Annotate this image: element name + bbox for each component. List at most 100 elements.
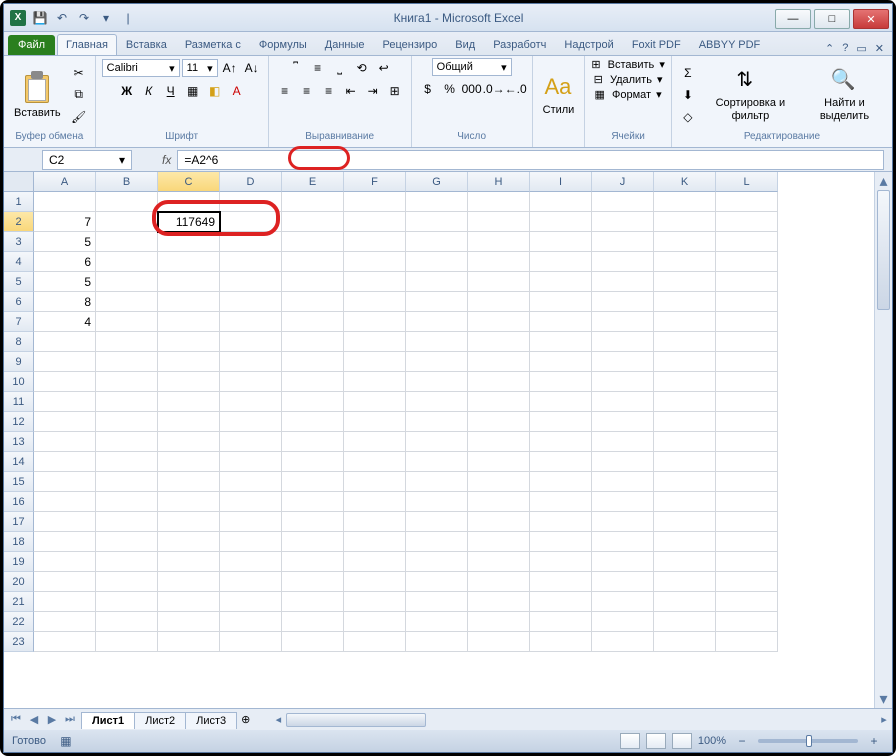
row-header[interactable]: 21 (4, 592, 34, 612)
cell[interactable] (34, 492, 96, 512)
cut-icon[interactable]: ✂ (69, 63, 89, 83)
cell[interactable] (34, 572, 96, 592)
cell[interactable] (654, 592, 716, 612)
cell[interactable] (468, 212, 530, 232)
name-box[interactable]: C2 ▾ (42, 150, 132, 170)
cell[interactable] (716, 592, 778, 612)
cell[interactable] (530, 372, 592, 392)
cell[interactable] (592, 372, 654, 392)
cell[interactable] (344, 212, 406, 232)
align-left-icon[interactable]: ≡ (275, 81, 295, 101)
underline-button[interactable]: Ч (161, 81, 181, 101)
column-header[interactable]: I (530, 172, 592, 192)
row-header[interactable]: 19 (4, 552, 34, 572)
cell[interactable] (468, 472, 530, 492)
sheet-tab-2[interactable]: Лист2 (134, 712, 186, 729)
italic-button[interactable]: К (139, 81, 159, 101)
macro-icon[interactable]: ▦ (56, 731, 76, 751)
minimize-ribbon-icon[interactable]: ⌃ (825, 42, 834, 55)
row-header[interactable]: 16 (4, 492, 34, 512)
cell[interactable] (592, 432, 654, 452)
cell[interactable] (468, 612, 530, 632)
cell[interactable] (220, 272, 282, 292)
comma-icon[interactable]: 000 (462, 79, 482, 99)
cell[interactable] (716, 192, 778, 212)
cell[interactable] (654, 492, 716, 512)
increase-decimal-icon[interactable]: .0→ (484, 79, 504, 99)
close-button[interactable]: ✕ (853, 9, 889, 29)
cell[interactable] (282, 412, 344, 432)
normal-view-button[interactable] (620, 733, 640, 749)
sheet-prev-icon[interactable]: ◀ (26, 712, 42, 728)
cell[interactable] (406, 492, 468, 512)
cell[interactable] (592, 232, 654, 252)
row-header[interactable]: 8 (4, 332, 34, 352)
column-header[interactable]: G (406, 172, 468, 192)
cell[interactable] (34, 452, 96, 472)
cell[interactable] (158, 312, 220, 332)
cell[interactable]: 8 (34, 292, 96, 312)
cell[interactable] (158, 272, 220, 292)
cell[interactable] (282, 492, 344, 512)
cell[interactable] (468, 292, 530, 312)
align-bottom-icon[interactable]: ⎵ (330, 58, 350, 78)
cell[interactable] (716, 432, 778, 452)
cell[interactable] (654, 272, 716, 292)
cell[interactable] (406, 592, 468, 612)
cell[interactable] (34, 512, 96, 532)
cell[interactable] (592, 512, 654, 532)
cell[interactable] (282, 452, 344, 472)
cell[interactable] (468, 532, 530, 552)
cell[interactable] (220, 412, 282, 432)
scroll-left-icon[interactable]: ◂ (270, 712, 286, 728)
cell[interactable] (282, 252, 344, 272)
sheet-tab-1[interactable]: Лист1 (81, 712, 135, 729)
maximize-button[interactable]: □ (814, 9, 850, 29)
cell[interactable] (716, 552, 778, 572)
cell[interactable] (34, 432, 96, 452)
namebox-dropdown-icon[interactable]: ▾ (119, 153, 125, 167)
cell[interactable] (468, 372, 530, 392)
cell[interactable] (96, 492, 158, 512)
cell[interactable] (530, 592, 592, 612)
cell[interactable] (96, 312, 158, 332)
cell[interactable] (592, 592, 654, 612)
format-cells-button[interactable]: ▦ Формат ▾ (595, 88, 662, 101)
cell[interactable] (220, 552, 282, 572)
cell[interactable] (530, 352, 592, 372)
hscroll-thumb[interactable] (286, 713, 426, 727)
cell[interactable] (96, 412, 158, 432)
row-header[interactable]: 15 (4, 472, 34, 492)
cell[interactable] (34, 352, 96, 372)
cell[interactable] (96, 292, 158, 312)
cell[interactable] (344, 372, 406, 392)
save-icon[interactable]: 💾 (32, 10, 48, 26)
row-header[interactable]: 9 (4, 352, 34, 372)
orientation-icon[interactable]: ⟲ (352, 58, 372, 78)
cell[interactable] (96, 332, 158, 352)
cell[interactable] (220, 532, 282, 552)
cell[interactable] (158, 292, 220, 312)
cell[interactable] (716, 252, 778, 272)
cell[interactable] (34, 612, 96, 632)
cell[interactable] (282, 512, 344, 532)
cell[interactable] (96, 632, 158, 652)
cell[interactable] (220, 572, 282, 592)
decrease-indent-icon[interactable]: ⇤ (341, 81, 361, 101)
cell[interactable]: 7 (34, 212, 96, 232)
mdi-close-icon[interactable]: ✕ (875, 42, 884, 55)
column-header[interactable]: K (654, 172, 716, 192)
cell[interactable] (406, 332, 468, 352)
cell[interactable] (716, 312, 778, 332)
cell[interactable] (716, 412, 778, 432)
row-header[interactable]: 7 (4, 312, 34, 332)
cell[interactable]: 4 (34, 312, 96, 332)
column-header[interactable]: C (158, 172, 220, 192)
cell[interactable] (220, 372, 282, 392)
cell[interactable] (344, 332, 406, 352)
cell[interactable]: 5 (34, 272, 96, 292)
cell[interactable] (282, 212, 344, 232)
tab-page-layout[interactable]: Разметка с (176, 34, 250, 55)
cell[interactable] (406, 192, 468, 212)
cell[interactable] (530, 552, 592, 572)
